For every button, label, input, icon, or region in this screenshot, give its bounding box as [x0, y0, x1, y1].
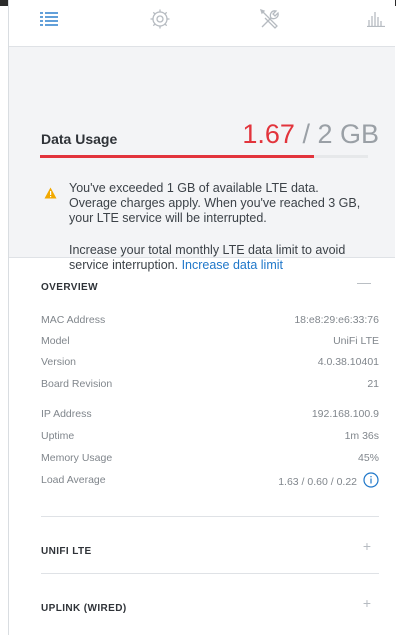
row-key: Board Revision [41, 378, 113, 390]
stats-icon[interactable] [361, 4, 391, 34]
data-usage-title: Data Usage [41, 131, 118, 147]
row-key: IP Address [41, 408, 92, 420]
row-value: 1.63 / 0.60 / 0.22 [278, 472, 379, 491]
overview-title: OVERVIEW [41, 282, 98, 293]
overview-row: Load Average 1.63 / 0.60 / 0.22 [41, 472, 379, 491]
overview-row: Uptime 1m 36s [41, 430, 379, 444]
overview-row: Model UniFi LTE [41, 335, 379, 349]
row-key: Version [41, 356, 77, 368]
overview-row: Version 4.0.38.10401 [41, 356, 379, 370]
row-value: 1m 36s [344, 430, 379, 442]
collapse-icon[interactable]: — [357, 274, 371, 290]
expand-icon[interactable]: + [363, 538, 371, 554]
section-divider [41, 516, 379, 517]
uplink-wired-title: UPLINK (WIRED) [41, 603, 127, 614]
info-icon[interactable] [363, 472, 379, 491]
row-key: Load Average [41, 474, 106, 486]
overview-row: Memory Usage 45% [41, 452, 379, 466]
overview-row: IP Address 192.168.100.9 [41, 408, 379, 422]
warning-icon [44, 186, 57, 204]
row-value: 45% [357, 452, 379, 464]
row-value: 18:e8:29:e6:33:76 [294, 314, 379, 326]
data-usage-section: Data Usage 1.67 / 2 GB You've exceeded 1… [9, 47, 395, 272]
row-key: MAC Address [41, 314, 106, 326]
data-usage-value: 1.67 / 2 GB [242, 119, 379, 150]
row-key: Memory Usage [41, 452, 113, 464]
data-total: 2 GB [317, 119, 379, 149]
row-key: Uptime [41, 430, 75, 442]
uplink-wired-header[interactable]: UPLINK (WIRED) + [41, 595, 379, 618]
load-average-value: 1.63 / 0.60 / 0.22 [278, 475, 357, 488]
data-used: 1.67 [242, 119, 295, 149]
data-usage-bar-fill [40, 155, 314, 158]
overview-header[interactable]: OVERVIEW — [41, 274, 379, 297]
data-usage-bar [40, 155, 368, 158]
row-value: 192.168.100.9 [311, 408, 379, 420]
unifi-lte-title: UNIFI LTE [41, 546, 92, 557]
unifi-lte-header[interactable]: UNIFI LTE + [41, 538, 379, 561]
tools-icon[interactable] [255, 4, 285, 34]
data-separator: / [302, 119, 310, 149]
row-value: 21 [367, 378, 379, 390]
device-panel: Data Usage 1.67 / 2 GB You've exceeded 1… [8, 0, 395, 635]
overview-row: Board Revision 21 [41, 378, 379, 392]
list-icon[interactable] [34, 4, 64, 34]
expand-icon[interactable]: + [363, 595, 371, 611]
toolbar [9, 0, 395, 47]
warning-message: You've exceeded 1 GB of available LTE da… [69, 181, 361, 225]
row-value: 4.0.38.10401 [317, 356, 379, 368]
increase-data-limit-link[interactable]: Increase data limit [182, 258, 283, 272]
section-divider [41, 573, 379, 574]
overview-row: MAC Address 18:e8:29:e6:33:76 [41, 314, 379, 328]
row-value: UniFi LTE [333, 335, 379, 347]
gear-icon[interactable] [145, 4, 175, 34]
advice-message: Increase your total monthly LTE data lim… [69, 243, 369, 273]
row-key: Model [41, 335, 70, 347]
